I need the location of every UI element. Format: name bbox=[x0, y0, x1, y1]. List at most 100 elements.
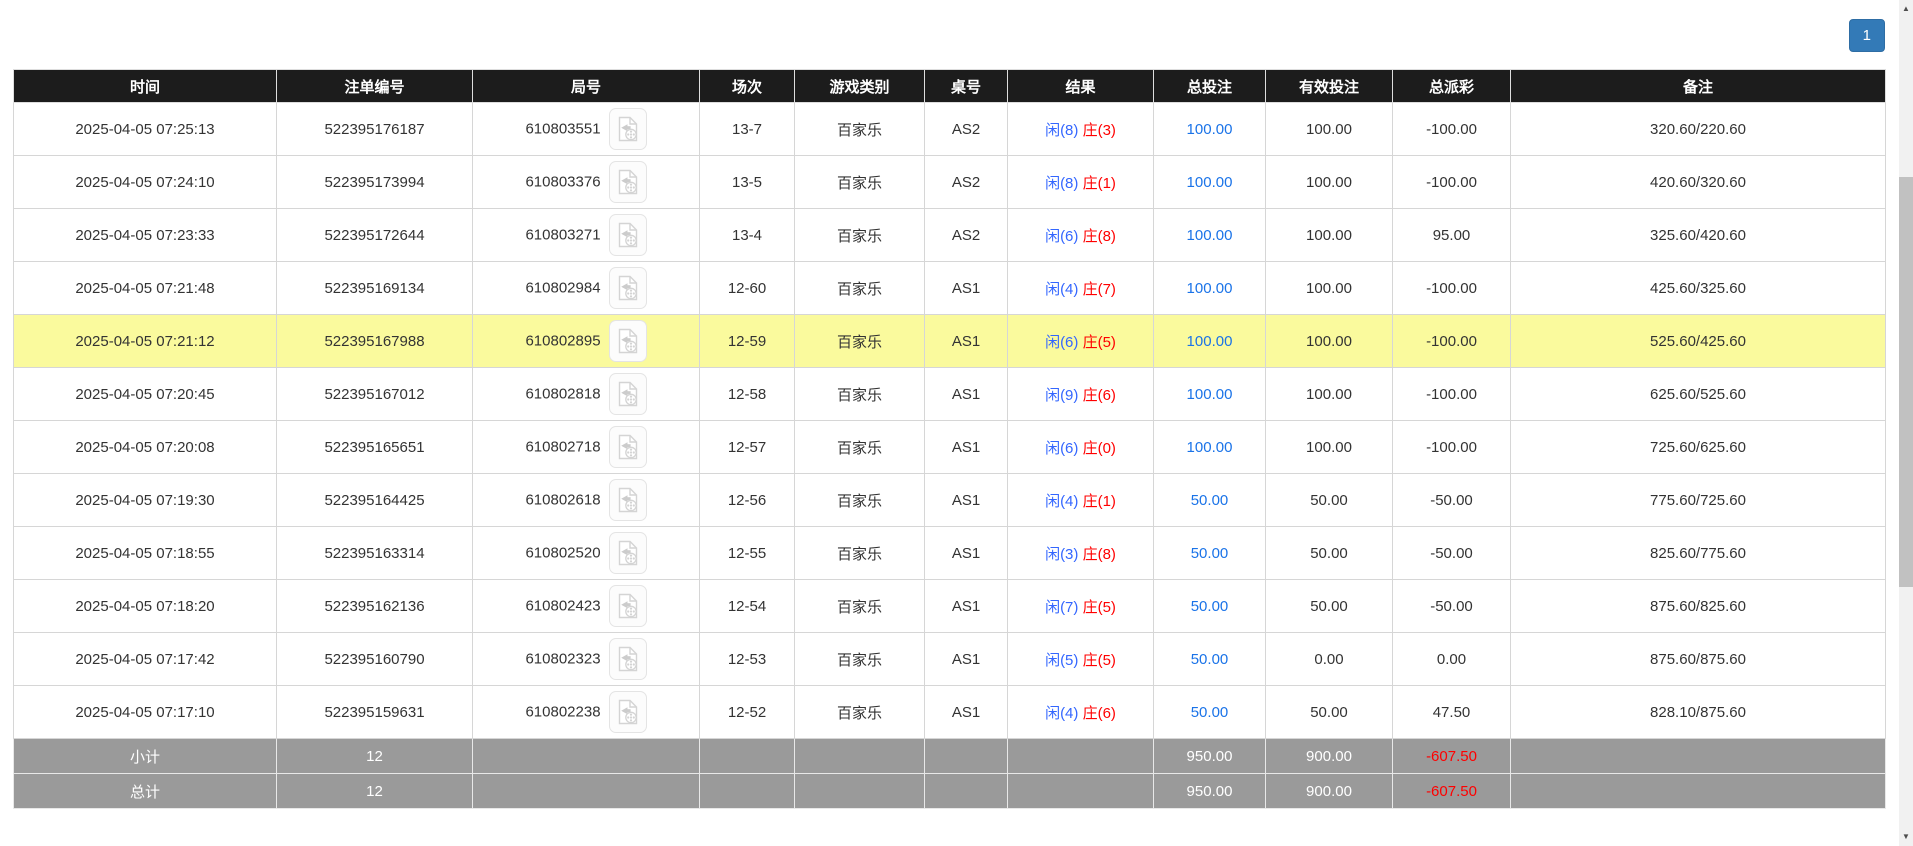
cell-game-type: 百家乐 bbox=[795, 368, 925, 421]
round-number: 610802618 bbox=[525, 492, 600, 509]
cell-time: 2025-04-05 07:21:48 bbox=[14, 262, 277, 315]
table-row[interactable]: 2025-04-05 07:21:48522395169134610802984… bbox=[14, 262, 1886, 315]
table-row[interactable]: 2025-04-05 07:20:45522395167012610802818… bbox=[14, 368, 1886, 421]
cell-session: 13-4 bbox=[700, 209, 795, 262]
video-replay-button[interactable] bbox=[609, 161, 647, 203]
cell-valid-bet: 0.00 bbox=[1266, 633, 1393, 686]
cell-bet-id: 522395159631 bbox=[277, 686, 473, 739]
video-replay-button[interactable] bbox=[609, 532, 647, 574]
cell-round-id: 610802718 bbox=[473, 421, 700, 474]
result-banker: 庄(5) bbox=[1083, 652, 1116, 669]
video-file-icon bbox=[617, 169, 639, 195]
column-header-0: 时间 bbox=[14, 70, 277, 103]
video-file-icon bbox=[617, 593, 639, 619]
scrollbar-down-arrow-icon[interactable]: ▼ bbox=[1899, 830, 1913, 844]
result-banker: 庄(0) bbox=[1083, 440, 1116, 457]
cell-session: 13-7 bbox=[700, 103, 795, 156]
cell-remark: 525.60/425.60 bbox=[1511, 315, 1886, 368]
cell-total-bet: 50.00 bbox=[1154, 580, 1266, 633]
bet-records-table: 时间注单编号局号场次游戏类别桌号结果总投注有效投注总派彩备注 2025-04-0… bbox=[13, 69, 1886, 809]
video-file-icon bbox=[617, 275, 639, 301]
total-bet-link[interactable]: 100.00 bbox=[1187, 439, 1233, 456]
total-bet-link[interactable]: 100.00 bbox=[1187, 121, 1233, 138]
cell-game-type: 百家乐 bbox=[795, 209, 925, 262]
video-file-icon bbox=[617, 699, 639, 725]
table-row[interactable]: 2025-04-05 07:18:55522395163314610802520… bbox=[14, 527, 1886, 580]
result-player: 闲(3) bbox=[1045, 546, 1078, 563]
result-banker: 庄(8) bbox=[1083, 228, 1116, 245]
round-number: 610803551 bbox=[525, 121, 600, 138]
cell-total-bet: 50.00 bbox=[1154, 633, 1266, 686]
cell-result: 闲(8) 庄(1) bbox=[1008, 156, 1154, 209]
cell-time: 2025-04-05 07:18:20 bbox=[14, 580, 277, 633]
cell-time: 2025-04-05 07:19:30 bbox=[14, 474, 277, 527]
vertical-scrollbar[interactable]: ▲ ▼ bbox=[1899, 0, 1913, 846]
table-row[interactable]: 2025-04-05 07:18:20522395162136610802423… bbox=[14, 580, 1886, 633]
table-row[interactable]: 2025-04-05 07:25:13522395176187610803551… bbox=[14, 103, 1886, 156]
pagination-page-1-button[interactable]: 1 bbox=[1849, 19, 1885, 52]
video-replay-button[interactable] bbox=[609, 585, 647, 627]
video-file-icon bbox=[617, 487, 639, 513]
table-row[interactable]: 2025-04-05 07:19:30522395164425610802618… bbox=[14, 474, 1886, 527]
summary-count: 12 bbox=[277, 739, 473, 774]
result-player: 闲(6) bbox=[1045, 334, 1078, 351]
cell-valid-bet: 100.00 bbox=[1266, 209, 1393, 262]
cell-total-bet: 50.00 bbox=[1154, 686, 1266, 739]
total-bet-link[interactable]: 100.00 bbox=[1187, 227, 1233, 244]
cell-game-type: 百家乐 bbox=[795, 474, 925, 527]
cell-valid-bet: 100.00 bbox=[1266, 421, 1393, 474]
table-row[interactable]: 2025-04-05 07:24:10522395173994610803376… bbox=[14, 156, 1886, 209]
table-row[interactable]: 2025-04-05 07:17:10522395159631610802238… bbox=[14, 686, 1886, 739]
cell-valid-bet: 50.00 bbox=[1266, 474, 1393, 527]
result-player: 闲(5) bbox=[1045, 652, 1078, 669]
summary-empty-remark bbox=[1511, 739, 1886, 774]
video-replay-button[interactable] bbox=[609, 320, 647, 362]
cell-time: 2025-04-05 07:17:42 bbox=[14, 633, 277, 686]
cell-round-id: 610802618 bbox=[473, 474, 700, 527]
video-replay-button[interactable] bbox=[609, 267, 647, 309]
table-row[interactable]: 2025-04-05 07:21:12522395167988610802895… bbox=[14, 315, 1886, 368]
cell-table-no: AS1 bbox=[925, 421, 1008, 474]
cell-session: 12-60 bbox=[700, 262, 795, 315]
cell-time: 2025-04-05 07:21:12 bbox=[14, 315, 277, 368]
video-replay-button[interactable] bbox=[609, 638, 647, 680]
cell-valid-bet: 100.00 bbox=[1266, 315, 1393, 368]
video-replay-button[interactable] bbox=[609, 373, 647, 415]
scrollbar-thumb[interactable] bbox=[1899, 177, 1913, 587]
cell-remark: 425.60/325.60 bbox=[1511, 262, 1886, 315]
summary-empty-game bbox=[795, 774, 925, 809]
cell-payout: -100.00 bbox=[1393, 103, 1511, 156]
total-bet-link[interactable]: 50.00 bbox=[1191, 651, 1229, 668]
result-banker: 庄(5) bbox=[1083, 599, 1116, 616]
cell-total-bet: 100.00 bbox=[1154, 156, 1266, 209]
total-bet-link[interactable]: 100.00 bbox=[1187, 280, 1233, 297]
cell-valid-bet: 50.00 bbox=[1266, 527, 1393, 580]
video-replay-button[interactable] bbox=[609, 214, 647, 256]
summary-payout: -607.50 bbox=[1393, 774, 1511, 809]
total-bet-link[interactable]: 50.00 bbox=[1191, 545, 1229, 562]
cell-table-no: AS1 bbox=[925, 262, 1008, 315]
column-header-5: 桌号 bbox=[925, 70, 1008, 103]
video-replay-button[interactable] bbox=[609, 691, 647, 733]
total-bet-link[interactable]: 100.00 bbox=[1187, 386, 1233, 403]
total-bet-link[interactable]: 50.00 bbox=[1191, 492, 1229, 509]
cell-bet-id: 522395167012 bbox=[277, 368, 473, 421]
result-banker: 庄(5) bbox=[1083, 334, 1116, 351]
cell-bet-id: 522395172644 bbox=[277, 209, 473, 262]
total-bet-link[interactable]: 50.00 bbox=[1191, 704, 1229, 721]
cell-round-id: 610803551 bbox=[473, 103, 700, 156]
total-bet-link[interactable]: 100.00 bbox=[1187, 333, 1233, 350]
video-replay-button[interactable] bbox=[609, 479, 647, 521]
scrollbar-up-arrow-icon[interactable]: ▲ bbox=[1899, 2, 1913, 16]
table-row[interactable]: 2025-04-05 07:17:42522395160790610802323… bbox=[14, 633, 1886, 686]
cell-payout: -100.00 bbox=[1393, 156, 1511, 209]
cell-game-type: 百家乐 bbox=[795, 421, 925, 474]
table-row[interactable]: 2025-04-05 07:23:33522395172644610803271… bbox=[14, 209, 1886, 262]
cell-result: 闲(6) 庄(0) bbox=[1008, 421, 1154, 474]
table-row[interactable]: 2025-04-05 07:20:08522395165651610802718… bbox=[14, 421, 1886, 474]
total-bet-link[interactable]: 100.00 bbox=[1187, 174, 1233, 191]
total-bet-link[interactable]: 50.00 bbox=[1191, 598, 1229, 615]
cell-round-id: 610802323 bbox=[473, 633, 700, 686]
video-replay-button[interactable] bbox=[609, 426, 647, 468]
video-replay-button[interactable] bbox=[609, 108, 647, 150]
